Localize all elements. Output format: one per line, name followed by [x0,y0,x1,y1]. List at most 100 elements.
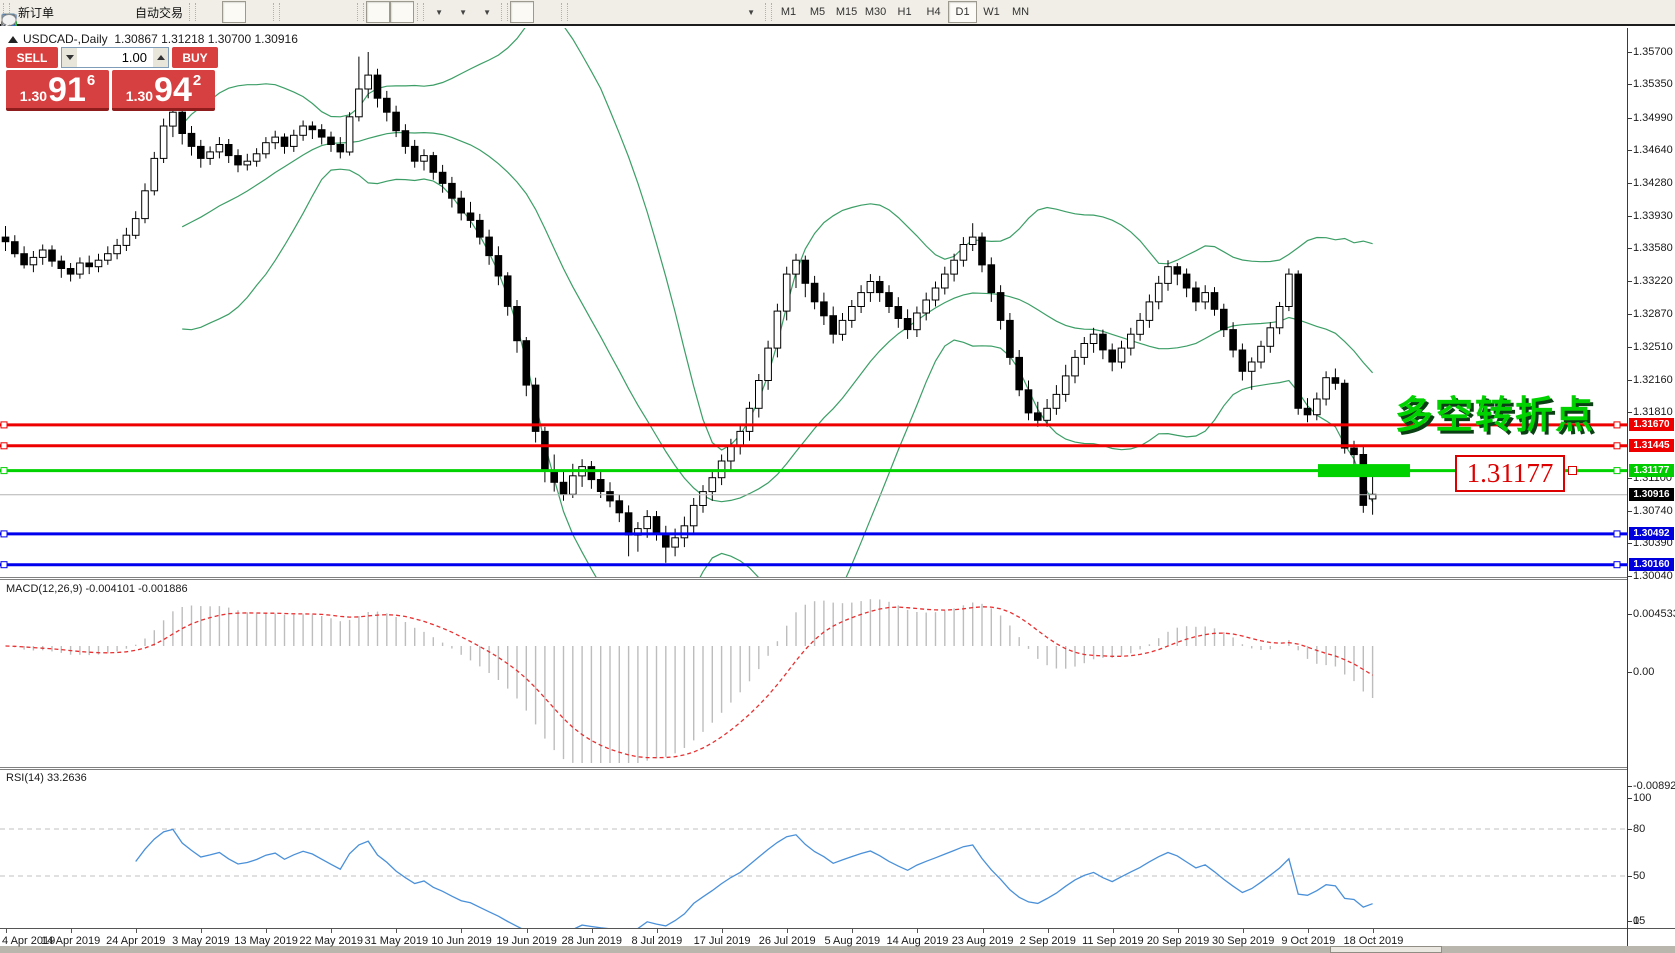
text-button[interactable]: A [690,1,714,23]
timeframe-h4-button[interactable]: H4 [919,1,948,23]
bar-chart-button[interactable] [198,1,222,23]
toolbar: 新订单 自动交易 ▼ ▼ ▼ EFAT ▼ M1M5M15M30H1H4D1W1MN [0,0,1675,26]
timeframe-m1-button[interactable]: M1 [774,1,803,23]
price-tag-handle[interactable] [1568,466,1577,475]
timeframe-m5-button[interactable]: M5 [803,1,832,23]
auto-scroll-button[interactable] [366,1,390,23]
hline-handle[interactable] [1614,468,1620,474]
date-label: 10 Jun 2019 [427,935,495,947]
timeframe-m30-button[interactable]: M30 [861,1,890,23]
price-axis-tick [1627,183,1632,184]
chat-button[interactable] [1645,1,1669,23]
new-order-label: 新订单 [18,4,54,21]
date-axis-tick [396,929,397,933]
scrollbar-thumb[interactable] [1330,946,1442,953]
date-label: 23 Aug 2019 [949,935,1017,947]
timeframe-w1-button[interactable]: W1 [977,1,1006,23]
periods-button[interactable]: ▼ [450,1,474,23]
periods-dropdown-icon[interactable]: ▼ [459,8,467,17]
candle-chart-button[interactable] [222,1,246,23]
chart-annotation-text[interactable]: 多空转折点 [1395,384,1595,439]
date-axis-tick [852,929,853,933]
auto-trading-button[interactable]: 自动交易 [129,1,186,23]
search-button[interactable] [1621,1,1645,23]
rsi-axis-label: 0 [1633,915,1639,927]
market-watch-button[interactable] [81,1,105,23]
volume-stepper [61,47,169,68]
sell-price-display[interactable]: 1.30916 [6,70,109,111]
pane-splitter-macd[interactable] [0,577,1627,580]
macd-axis-tick [1627,786,1632,787]
hline-handle[interactable] [1614,422,1620,428]
channel-button[interactable]: E [642,1,666,23]
date-label: 13 May 2019 [232,935,300,947]
arrows-dropdown-icon[interactable]: ▼ [747,8,755,17]
buy-button[interactable]: BUY [172,47,218,68]
date-label: 22 May 2019 [297,935,365,947]
price-level-tag[interactable]: 1.31177 [1455,455,1565,492]
zoom-out-button[interactable] [306,1,330,23]
date-label: 18 Oct 2019 [1339,935,1407,947]
cursor-button[interactable] [510,1,534,23]
pane-splitter-rsi[interactable] [0,767,1627,770]
styles-button[interactable] [57,1,81,23]
toolbar-group-handle[interactable] [273,3,280,21]
price-axis-tick [1627,543,1632,544]
toolbar-group-handle[interactable] [357,3,364,21]
volume-input[interactable] [77,48,153,67]
hline-handle[interactable] [1614,443,1620,449]
timeframe-m15-button[interactable]: M15 [832,1,861,23]
sell-button[interactable]: SELL [6,47,58,68]
toolbar-group-handle[interactable] [765,3,772,21]
chart-shift-button[interactable] [390,1,414,23]
price-axis-label: 1.35350 [1633,78,1673,90]
text-label-button[interactable]: T [714,1,738,23]
date-label: 28 Jun 2019 [558,935,626,947]
horizontal-line-button[interactable] [594,1,618,23]
hline-handle[interactable] [1,443,7,449]
toolbar-group-handle[interactable] [561,3,568,21]
macd-axis-label: -0.008928 [1633,780,1675,792]
date-label: 20 Sep 2019 [1144,935,1212,947]
date-axis-tick [71,929,72,933]
price-level-badge: 1.30160 [1629,558,1674,571]
toolbar-group-handle[interactable] [189,3,196,21]
templates-button[interactable]: ▼ [474,1,498,23]
hline-handle[interactable] [1614,531,1620,537]
price-axis-label: 1.30040 [1633,570,1673,582]
new-order-button[interactable]: 新订单 [12,1,57,23]
tile-windows-button[interactable] [330,1,354,23]
fibonacci-button[interactable]: F [666,1,690,23]
hline-handle[interactable] [1,468,7,474]
signals-button[interactable] [105,1,129,23]
timeframe-mn-button[interactable]: MN [1006,1,1035,23]
volume-increase-button[interactable] [153,48,168,67]
timeframe-h1-button[interactable]: H1 [890,1,919,23]
vertical-line-button[interactable] [570,1,594,23]
horizontal-scrollbar[interactable] [0,946,1675,953]
volume-decrease-button[interactable] [62,48,77,67]
arrows-button[interactable]: ▼ [738,1,762,23]
date-label: 8 Jul 2019 [623,935,691,947]
indicators-dropdown-icon[interactable]: ▼ [435,8,443,17]
toolbar-group-handle[interactable] [501,3,508,21]
zoom-in-button[interactable] [282,1,306,23]
buy-price-display[interactable]: 1.30942 [112,70,215,111]
rsi-axis-label: 100 [1633,792,1651,804]
trendline-button[interactable] [618,1,642,23]
timeframe-d1-button[interactable]: D1 [948,1,977,23]
price-axis-tick [1627,150,1632,151]
hline-handle[interactable] [1,422,7,428]
templates-dropdown-icon[interactable]: ▼ [483,8,491,17]
hline-handle[interactable] [1,562,7,568]
hline-handle[interactable] [1614,562,1620,568]
crosshair-button[interactable] [534,1,558,23]
price-axis-tick [1627,347,1632,348]
toolbar-group-handle[interactable] [417,3,424,21]
line-chart-button[interactable] [246,1,270,23]
indicators-button[interactable]: ▼ [426,1,450,23]
hline-handle[interactable] [1,531,7,537]
date-axis-tick [266,929,267,933]
collapse-icon[interactable] [8,36,18,43]
rsi-axis-tick [1627,829,1632,830]
